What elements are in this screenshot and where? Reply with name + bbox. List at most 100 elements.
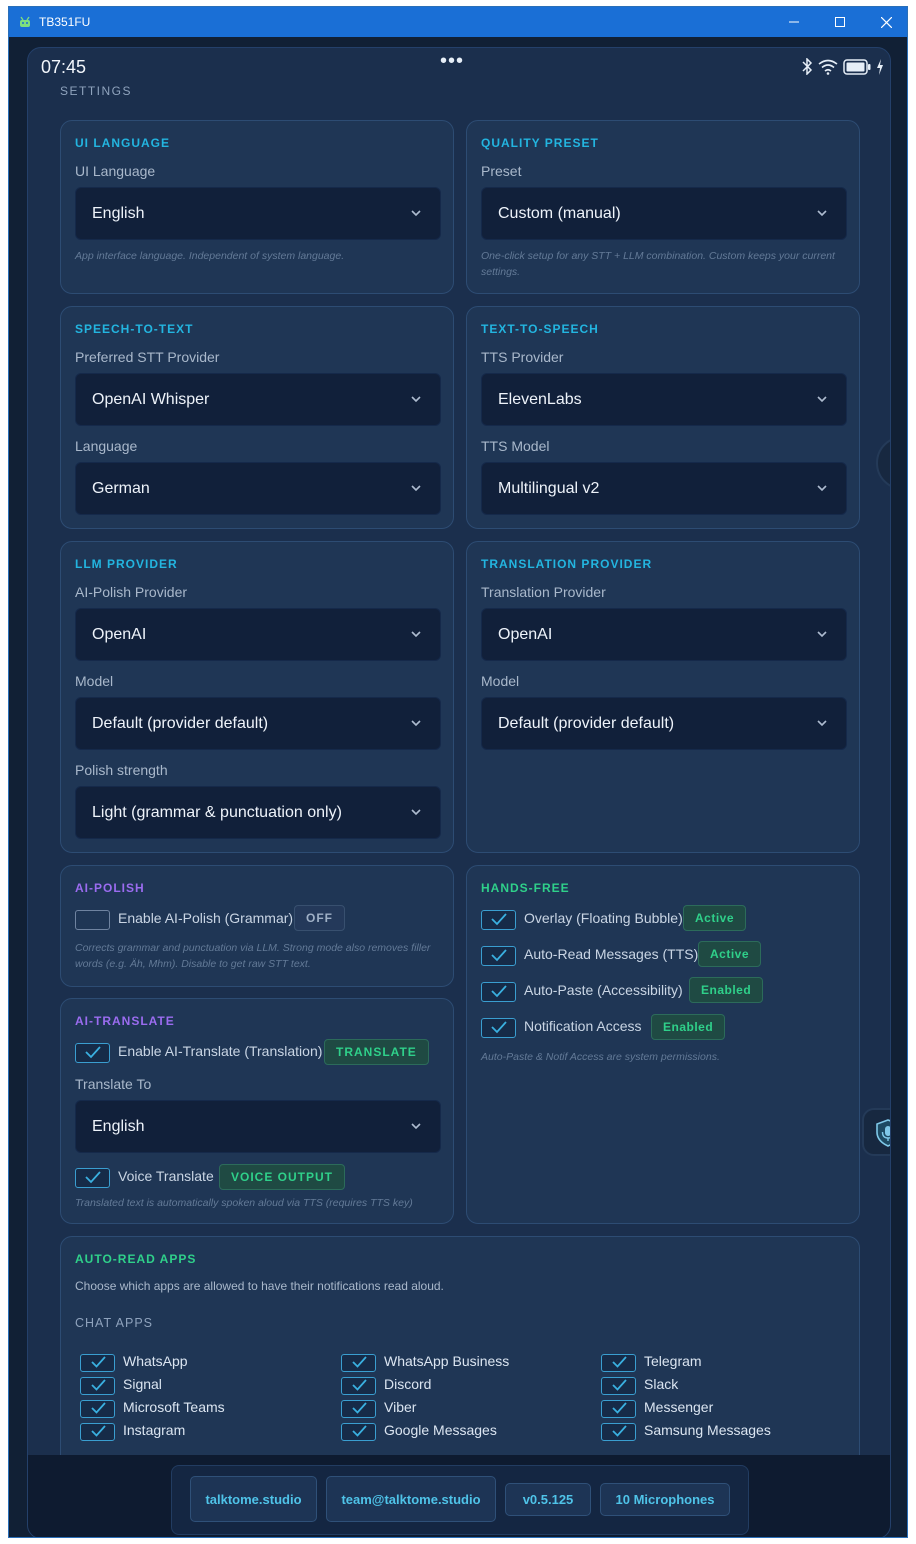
app-label: WhatsApp xyxy=(123,1353,188,1369)
emulator-window: TB351FU 07:45 ••• SETTINGS UI LANGUAGE U… xyxy=(8,6,908,1538)
quality-preset-card: QUALITY PRESET Preset Custom (manual) On… xyxy=(466,120,860,294)
llm-model-select[interactable]: Default (provider default) xyxy=(75,697,441,750)
select-value: Light (grammar & punctuation only) xyxy=(92,804,342,821)
checkbox-label: Auto-Read Messages (TTS) xyxy=(524,946,699,962)
ai-polish-checkbox[interactable] xyxy=(75,910,110,930)
tts-provider-select[interactable]: ElevenLabs xyxy=(481,373,847,426)
check-icon xyxy=(91,1425,106,1437)
status-badge: Enabled xyxy=(651,1014,726,1040)
section-title: AI-POLISH xyxy=(75,881,145,895)
notification-access-checkbox[interactable] xyxy=(481,1018,516,1038)
app-checkbox-instagram[interactable] xyxy=(80,1423,115,1441)
app-label: Microsoft Teams xyxy=(123,1399,225,1415)
check-icon xyxy=(91,1402,106,1414)
check-icon xyxy=(491,985,507,998)
ui-language-card: UI LANGUAGE UI Language English App inte… xyxy=(60,120,454,294)
app-label: Instagram xyxy=(123,1422,186,1438)
translation-provider-select[interactable]: OpenAI xyxy=(481,608,847,661)
app-label: Samsung Messages xyxy=(644,1422,771,1438)
app-label: Google Messages xyxy=(384,1422,497,1438)
footer-panel: talktome.studio team@talktome.studio v0.… xyxy=(171,1465,749,1535)
app-checkbox-discord[interactable] xyxy=(341,1377,376,1395)
app-checkbox-google-messages[interactable] xyxy=(341,1423,376,1441)
app-checkbox-messenger[interactable] xyxy=(601,1400,636,1418)
app-label: Signal xyxy=(123,1376,162,1392)
app-checkbox-whatsapp[interactable] xyxy=(80,1354,115,1372)
select-value: OpenAI xyxy=(498,626,553,643)
website-link[interactable]: talktome.studio xyxy=(190,1476,317,1522)
stt-language-select[interactable]: German xyxy=(75,462,441,515)
check-icon xyxy=(612,1379,627,1391)
check-icon xyxy=(85,1046,101,1059)
tts-model-select[interactable]: Multilingual v2 xyxy=(481,462,847,515)
field-label: Model xyxy=(481,673,520,689)
bluetooth-icon xyxy=(802,58,813,75)
translate-to-select[interactable]: English xyxy=(75,1100,441,1153)
llm-provider-card: LLM PROVIDER AI-Polish Provider OpenAI M… xyxy=(60,541,454,853)
field-label: TTS Model xyxy=(481,438,550,454)
select-value: Default (provider default) xyxy=(498,715,675,732)
field-label: TTS Provider xyxy=(481,349,564,365)
footer: talktome.studio team@talktome.studio v0.… xyxy=(28,1455,890,1537)
microphones-link[interactable]: 10 Microphones xyxy=(600,1483,730,1516)
app-checkbox-whatsapp-business[interactable] xyxy=(341,1354,376,1372)
app-checkbox-telegram[interactable] xyxy=(601,1354,636,1372)
field-label: Polish strength xyxy=(75,762,168,778)
translation-provider-card: TRANSLATION PROVIDER Translation Provide… xyxy=(466,541,860,853)
check-icon xyxy=(91,1356,106,1368)
ui-language-select[interactable]: English xyxy=(75,187,441,240)
close-icon xyxy=(880,16,892,28)
stt-provider-select[interactable]: OpenAI Whisper xyxy=(75,373,441,426)
check-icon xyxy=(491,913,507,926)
app-checkbox-microsoft-teams[interactable] xyxy=(80,1400,115,1418)
preset-select[interactable]: Custom (manual) xyxy=(481,187,847,240)
field-label: UI Language xyxy=(75,163,156,179)
floating-mic-bubble[interactable] xyxy=(862,1108,890,1156)
auto-paste-checkbox[interactable] xyxy=(481,982,516,1002)
select-value: English xyxy=(92,205,145,222)
voice-translate-checkbox[interactable] xyxy=(75,1168,110,1188)
app-label: Messenger xyxy=(644,1399,714,1415)
email-link[interactable]: team@talktome.studio xyxy=(326,1476,496,1522)
section-title: SPEECH-TO-TEXT xyxy=(75,322,194,336)
polish-strength-select[interactable]: Light (grammar & punctuation only) xyxy=(75,786,441,839)
ai-translate-card: AI-TRANSLATE Enable AI-Translate (Transl… xyxy=(60,998,454,1224)
charging-icon xyxy=(877,58,883,75)
field-label: Translate To xyxy=(75,1076,152,1092)
auto-read-checkbox[interactable] xyxy=(481,946,516,966)
app-checkbox-slack[interactable] xyxy=(601,1377,636,1395)
translation-model-select[interactable]: Default (provider default) xyxy=(481,697,847,750)
check-icon xyxy=(612,1402,627,1414)
pencil-icon xyxy=(890,452,891,474)
ai-translate-checkbox[interactable] xyxy=(75,1043,110,1063)
section-title: QUALITY PRESET xyxy=(481,136,599,150)
section-title: AUTO-READ APPS xyxy=(75,1252,197,1266)
check-icon xyxy=(85,1171,101,1184)
status-badge: VOICE OUTPUT xyxy=(219,1164,346,1190)
stt-card: SPEECH-TO-TEXT Preferred STT Provider Op… xyxy=(60,306,454,529)
field-label: Model xyxy=(75,673,114,689)
section-description: Choose which apps are allowed to have th… xyxy=(75,1279,444,1293)
llm-provider-select[interactable]: OpenAI xyxy=(75,608,441,661)
check-icon xyxy=(91,1379,106,1391)
section-title: HANDS-FREE xyxy=(481,881,570,895)
help-text: Corrects grammar and punctuation via LLM… xyxy=(75,942,431,970)
app-checkbox-signal[interactable] xyxy=(80,1377,115,1395)
close-button[interactable] xyxy=(863,7,907,37)
page-title: SETTINGS xyxy=(60,84,133,98)
chevron-down-icon xyxy=(411,396,421,403)
maximize-icon xyxy=(835,17,845,27)
section-title: TEXT-TO-SPEECH xyxy=(481,322,599,336)
maximize-button[interactable] xyxy=(817,7,863,37)
floating-edit-button[interactable] xyxy=(876,436,891,490)
app-checkbox-samsung-messages[interactable] xyxy=(601,1423,636,1441)
minimize-button[interactable] xyxy=(771,7,817,37)
version-badge[interactable]: v0.5.125 xyxy=(505,1483,591,1516)
status-badge: TRANSLATE xyxy=(324,1039,429,1065)
chevron-down-icon xyxy=(817,631,827,638)
app-checkbox-viber[interactable] xyxy=(341,1400,376,1418)
check-icon xyxy=(352,1356,367,1368)
chevron-down-icon xyxy=(411,631,421,638)
app-label: Viber xyxy=(384,1399,417,1415)
overlay-checkbox[interactable] xyxy=(481,910,516,930)
